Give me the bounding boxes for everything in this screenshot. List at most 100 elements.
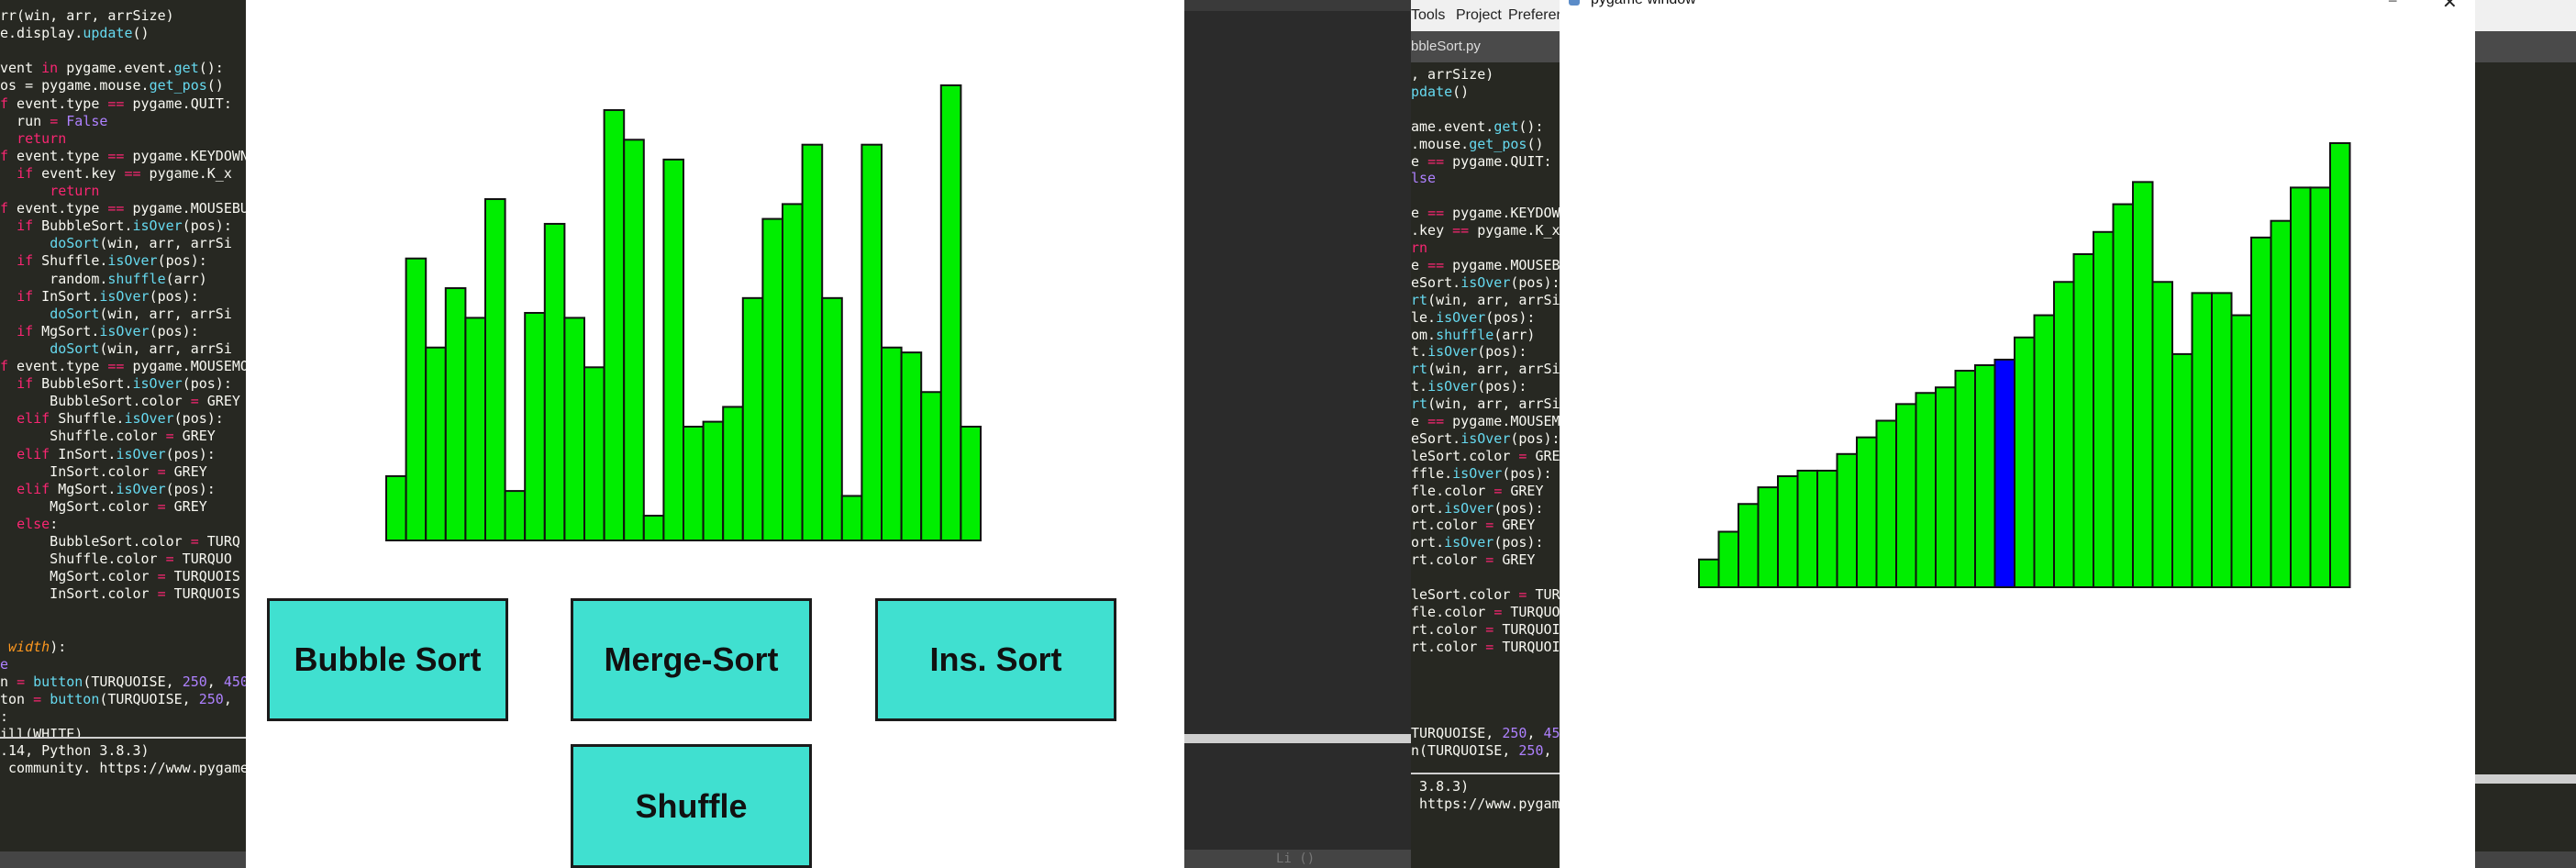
code-line: e == pygame.QUIT: [1411,153,1552,171]
code-token: (win, arr, arrSi [1427,395,1560,413]
code-token: get_pos [149,77,207,95]
bar [1796,469,1818,589]
code-line: run = False [0,113,107,130]
code-token: Shuffle.color [0,428,166,445]
file-tab-bar: bbleSort.py [1411,31,1560,62]
code-token: = [165,551,174,568]
code-line: eSort.isOver(pos): [1411,430,1560,448]
code-token: button [50,690,100,707]
bar [1816,469,1838,589]
code-token: rt.color [1411,638,1486,655]
python-shell-panel[interactable]: 3.8.3) https://www.pygame [1411,773,1560,868]
file-tab[interactable]: bbleSort.py [1411,39,1481,54]
bar [1856,436,1878,588]
code-line: fle.color = GREY [1411,483,1544,500]
merge-sort-button[interactable]: Merge-Sort [571,598,812,721]
code-token: = [190,393,199,410]
code-token: (TURQUOISE, [99,690,199,707]
bar [2329,142,2351,588]
pygame-window-right[interactable]: pygame window ─ ✕ [1560,0,2475,868]
code-line: pdate() [1411,83,1469,101]
panel-divider [2475,774,2576,784]
code-line: , arrSize) [1411,66,1493,83]
panel-topbar [1184,0,1411,11]
bar [2093,230,2115,589]
code-token: ): [50,638,67,655]
code-token: = [157,568,166,585]
code-line: rn [1411,239,1427,257]
code-line: else: [0,516,58,533]
code-token: else [17,515,50,532]
code-token: ort. [1411,499,1445,517]
code-line: om.shuffle(arr) [1411,327,1535,344]
code-token: 450 [1543,725,1560,742]
code-line: e [0,656,8,673]
bar [2132,181,2154,588]
bar [2151,281,2173,588]
menu-project[interactable]: Project [1456,7,1502,24]
bar [662,158,684,541]
menu-preferences[interactable]: Preferen [1508,7,1560,24]
bar [2250,236,2272,588]
code-token: return [17,129,67,147]
code-token: == [1427,256,1445,273]
code-token: return [50,183,100,199]
code-token: rt [1411,361,1428,378]
panel-statusbar: Li () [1184,850,1411,868]
shuffle-button[interactable]: Shuffle [571,744,812,868]
bar [623,139,645,541]
code-line: n(TURQUOISE, 250, [1411,742,1560,760]
bubble-sort-button[interactable]: Bubble Sort [267,598,508,721]
bar [563,317,585,541]
code-line: doSort(win, arr, arrSi [0,340,232,358]
code-token: == [1427,152,1445,170]
code-token: lse [1411,170,1437,187]
code-token: event.type [8,200,108,217]
bar [782,203,804,542]
code-token: t. [1411,378,1428,395]
code-token: (win, arr, arrSi [1427,291,1560,308]
code-token: get [173,60,199,77]
code-token: 250 [182,673,207,690]
code-token: TURQUOIS [165,585,240,603]
code-token: doSort [50,235,100,252]
code-token: isOver [1427,378,1478,395]
code-line: ort.isOver(pos): [1411,534,1544,551]
bar [840,495,863,542]
code-token: (pos): [1493,499,1544,517]
code-editor-left[interactable]: rr(win, arr, arrSize) e.display.update() v… [0,0,248,868]
code-line: return [0,183,99,200]
code-editor-right[interactable]: Tools Project Preferen bbleSort.py , arr… [1411,0,1560,868]
pygame-window-left[interactable]: Bubble Sort Merge-Sort Ins. Sort Shuffle [246,0,1184,868]
code-token: shuffle [1436,326,1494,343]
code-token: BubbleSort. [33,217,133,235]
code-token: () [132,25,150,42]
menu-tools[interactable]: Tools [1411,7,1445,24]
code-line: MgSort.color = GREY [0,498,207,516]
code-token: event.type [8,147,108,164]
code-token: elif [17,480,50,497]
code-token: , [1543,742,1560,760]
bar [801,143,824,541]
code-line: TURQUOISE, 250, 450 [1411,725,1560,742]
code-line: return [0,130,66,148]
bar [1757,486,1779,588]
code-line: rt(win, arr, arrSi [1411,395,1560,413]
code-token: (pos): [173,410,224,428]
code-token: f [0,358,9,374]
code-token: = [1485,620,1494,638]
menu-bar-edge [2475,0,2576,31]
code-line: if BubbleSort.isOver(pos): [0,375,232,393]
bar [939,84,962,541]
ins-sort-button[interactable]: Ins. Sort [875,598,1116,721]
python-shell-panel[interactable]: .14, Python 3.8.3) community. https://ww… [0,737,248,868]
code-token: == [107,147,125,164]
code-token: (win, arr, arrSi [99,235,232,252]
bar [1777,475,1799,588]
code-line: rt.color = TURQUOIS [1411,621,1560,639]
code-token: isOver [107,252,158,270]
code-token: = [157,462,166,480]
